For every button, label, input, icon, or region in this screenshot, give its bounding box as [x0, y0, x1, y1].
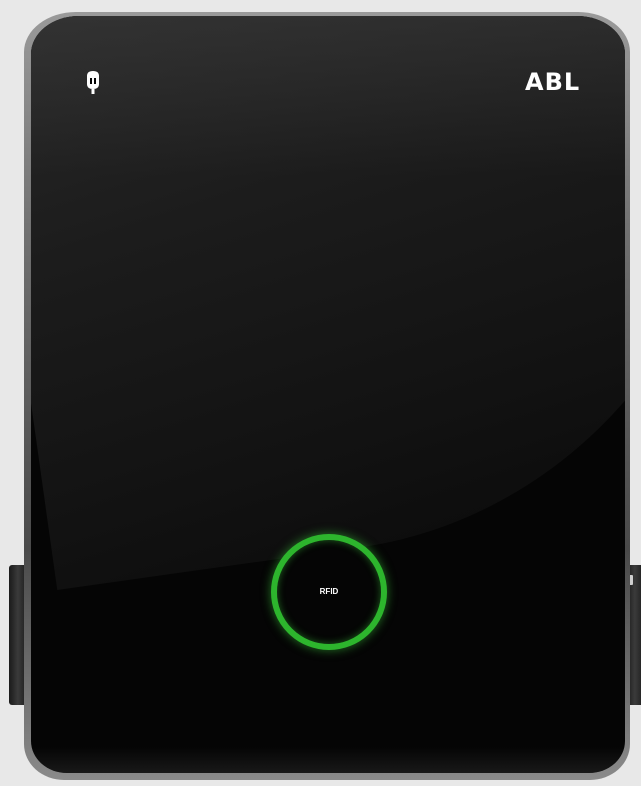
wallbox-product-image: ABL RFID [0, 0, 641, 786]
brand-logo: ABL [525, 68, 581, 96]
charger-front-panel: ABL RFID [31, 16, 625, 773]
plug-logo-icon [87, 71, 99, 94]
rfid-label: RFID [319, 587, 339, 596]
top-highlight [31, 16, 625, 176]
bottom-edge-sheen [31, 747, 625, 773]
rfid-reader-ring[interactable]: RFID [271, 534, 387, 650]
